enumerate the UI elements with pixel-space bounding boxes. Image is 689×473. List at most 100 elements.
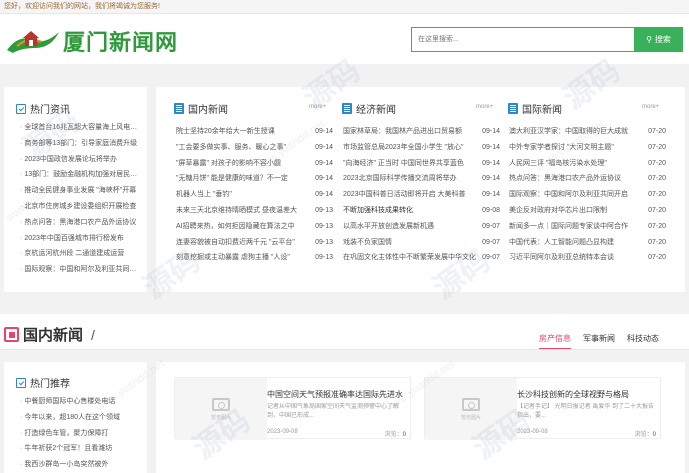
- news-item[interactable]: 未来三天北京维持晴晒模式 昼夜温差大 09-13: [176, 203, 333, 219]
- news-item[interactable]: 以高水平开放创造发展新机遇 09-07: [343, 219, 500, 235]
- news-item[interactable]: 机器人当上 "垂钓" 09-14: [176, 187, 333, 203]
- international-more-link[interactable]: more+: [642, 104, 659, 110]
- section2-divider: [0, 349, 689, 350]
- news-item[interactable]: 戏装不负家国情 09-07: [343, 235, 500, 251]
- news-item[interactable]: "屏草暴露" 对孩子的影响不容小觑 09-14: [176, 156, 333, 172]
- international-list: 澳大利亚汉学家：中国取得的巨大成就 07-20 中外专家学者探讨 "大河文明主题"…: [509, 124, 666, 266]
- card-summary: 记者从中国气象局国家空间天气监测预警中心了解到，中国已形成...: [267, 404, 400, 419]
- news-item[interactable]: 国际观察：中国和阿尔及利亚共同开启 07-20: [509, 187, 666, 203]
- news-item[interactable]: 人民网三评 "福岛核污染水处理" 07-20: [509, 156, 666, 172]
- hot-recommend-heading: 热门推荐: [16, 375, 70, 390]
- domestic-list: 院士坚持20余年给大一新生授课 09-14 "工会要多做实事、服务、暖心之事" 09…: [176, 124, 333, 266]
- hot-recommend-title: 热门推荐: [30, 379, 70, 390]
- section-mark-icon: [4, 327, 19, 342]
- news-card[interactable]: 暂无图片 中国空间天气预报准确率达国际先进水 记者从中国气象局国家空间天气监测预…: [174, 377, 411, 440]
- list-item[interactable]: 牛年祈获2个冠军！且看潍坊: [20, 441, 141, 457]
- welcome-text: 您好，欢迎访问我们的网站，我们将竭诚为您服务!: [4, 3, 160, 10]
- news-item[interactable]: 中外专家学者探讨 "大河文明主题" 07-20: [509, 140, 666, 156]
- economy-title: 经济新闻: [356, 105, 396, 116]
- checkbox-icon: [16, 377, 26, 388]
- list-item[interactable]: 2023中国政信发展论坛将举办: [20, 152, 141, 168]
- news-item[interactable]: 国家林草局：我国林产品进出口贸易额 09-14: [343, 124, 500, 140]
- list-item[interactable]: 我西沙群岛一小岛突然被外: [20, 457, 141, 473]
- news-item[interactable]: 院士坚持20余年给大一新生授课 09-14: [176, 124, 333, 140]
- news-item[interactable]: 热点问答：黑海港口农产品外运协议 07-20: [509, 171, 666, 187]
- list-item[interactable]: 推动全民健身事业发展 "海峡杯"开幕: [20, 183, 141, 199]
- economy-more-link[interactable]: more+: [476, 104, 493, 110]
- news-card[interactable]: 暂无图片 长沙科技创新的全球视野与格局 【记者手记】 光明日报记者 禹爱华 到了…: [424, 377, 661, 440]
- news-item[interactable]: 习近平同阿尔及利亚总统特本会谈 07-20: [509, 250, 666, 266]
- news-item[interactable]: 美企反对政府对华芯片出口限制 07-20: [509, 203, 666, 219]
- news-item[interactable]: "无糖月饼" 能是健康的味道？不一定 09-14: [176, 171, 333, 187]
- section2-slash: /: [91, 326, 95, 343]
- list-item[interactable]: 商务部等13部门：引导家庭消费升级: [20, 136, 141, 152]
- hot-news-heading: 热门资讯: [16, 101, 70, 116]
- checkbox-icon: [16, 103, 26, 114]
- list-item[interactable]: 2023年中国百强城市排行榜发布: [20, 231, 141, 247]
- hot-news-title: 热门资讯: [30, 105, 70, 116]
- search-button[interactable]: ⚲ 搜索: [634, 27, 683, 52]
- hot-news-list: 全球首台16兆瓦超大容量海上风电机组正式下线 商务部等13部门：引导家庭消费升级…: [20, 120, 141, 278]
- news-item[interactable]: 市场监管总局2023年全国小学生 "放心" 09-14: [343, 140, 500, 156]
- card-image-placeholder: 暂无图片: [425, 378, 517, 440]
- camera-icon: [462, 397, 480, 411]
- card-image-placeholder: 暂无图片: [175, 378, 267, 440]
- news-columns-panel: 国内新闻 more+ 院士坚持20余年给大一新生授课 09-14 "工会要多做实事…: [156, 87, 685, 292]
- camera-icon: [212, 397, 230, 411]
- card-image-label: 暂无图片: [210, 414, 231, 421]
- card-summary: 【记者手记】 光明日报记者 禹爱华 到了二十大报告指出，要...: [517, 404, 655, 419]
- card-image-label: 暂无图片: [460, 414, 481, 421]
- site-logo[interactable]: 厦门新闻网: [5, 24, 185, 58]
- list-item[interactable]: 京杭运河杭州段 二通道建成运营: [20, 246, 141, 262]
- card-views: 浏览：0: [634, 432, 656, 438]
- logo-text: 厦门新闻网: [63, 30, 179, 56]
- hot-recommend-list: 中餐厨师国际中心售楼处电话 今年以来，超180人在这个领域 打造绿色车管，聚力保…: [20, 394, 141, 473]
- list-item[interactable]: 热点问答：黑海港口农产品外运协议: [20, 215, 141, 231]
- search-button-label: 搜索: [654, 35, 671, 44]
- tab-technology[interactable]: 科技动态: [627, 333, 659, 350]
- tab-military[interactable]: 军事新闻: [583, 333, 615, 350]
- list-item[interactable]: 今年以来，超180人在这个领域: [20, 410, 141, 426]
- economy-heading: 经济新闻: [342, 101, 396, 116]
- news-item[interactable]: 澳大利亚汉学家：中国取得的巨大成就 07-20: [509, 124, 666, 140]
- list-item[interactable]: 全球首台16兆瓦超大容量海上风电机组正式下线: [20, 120, 141, 136]
- domestic-heading: 国内新闻: [174, 101, 228, 116]
- document-icon: [508, 103, 518, 114]
- news-item[interactable]: 刻意挖掘或主动暴露 虐狗主播 "人设" 09-13: [176, 250, 333, 266]
- document-icon: [342, 103, 352, 114]
- news-item[interactable]: 2023北京国际科学传播交流周将举办 09-14: [343, 171, 500, 187]
- news-item[interactable]: 连妻容貌被自动扣费近两千元 "云平台" 09-13: [176, 235, 333, 251]
- section2-heading: 国内新闻 /: [4, 324, 95, 345]
- news-item[interactable]: 中国代表：人工智能问题凸显构建 07-20: [509, 235, 666, 251]
- news-item[interactable]: "向海经济" 正当时 中国同世界共享蓝色 09-14: [343, 156, 500, 172]
- list-item[interactable]: 北京市住房城乡建设委组织开展检查: [20, 199, 141, 215]
- logo-icon: [7, 31, 59, 53]
- section2-tabs: 房产信息 军事新闻 科技动态: [539, 333, 659, 350]
- news-item[interactable]: 不断加强科技成果转化 09-08: [343, 203, 500, 219]
- domestic-more-link[interactable]: more+: [309, 104, 326, 110]
- search-input[interactable]: [411, 27, 634, 52]
- card-date: 2023-09-08: [267, 429, 298, 435]
- list-item[interactable]: 打造绿色车管，聚力保障打: [20, 426, 141, 442]
- tab-real-estate[interactable]: 房产信息: [539, 333, 571, 350]
- search-bar: ⚲ 搜索: [411, 27, 683, 52]
- economy-list: 国家林草局：我国林产品进出口贸易额 09-14 市场监管总局2023年全国小学生 …: [343, 124, 500, 266]
- domestic-title: 国内新闻: [188, 105, 228, 116]
- document-icon: [174, 103, 184, 114]
- international-heading: 国际新闻: [508, 101, 562, 116]
- card-title[interactable]: 中国空间天气预报准确率达国际先进水: [267, 389, 403, 400]
- list-item[interactable]: 13部门：鼓励金融机构加强对居民消费的支持: [20, 167, 141, 183]
- card-title[interactable]: 长沙科技创新的全球视野与格局: [517, 389, 629, 400]
- hot-news-panel: 热门资讯 全球首台16兆瓦超大容量海上风电机组正式下线 商务部等13部门：引导家…: [4, 87, 147, 292]
- news-item[interactable]: 新闻多一点｜国际问题专家谈中阿合作 07-20: [509, 219, 666, 235]
- news-item[interactable]: 2023中国科普日活动即将开启 大美科普 09-14: [343, 187, 500, 203]
- news-item[interactable]: AI招聘来热，如何拒因隐藏在算法之中 09-13: [176, 219, 333, 235]
- list-item[interactable]: 国际观察：中国和阿尔及利亚共同开启: [20, 262, 141, 278]
- news-item[interactable]: "工会要多做实事、服务、暖心之事" 09-14: [176, 140, 333, 156]
- card-date: 2023-09-08: [517, 429, 548, 435]
- list-item[interactable]: 中餐厨师国际中心售楼处电话: [20, 394, 141, 410]
- news-item[interactable]: 在巩固文化主体性中不断繁荣发展中华文化 09-07: [343, 250, 500, 266]
- site-header: 厦门新闻网 ⚲ 搜索: [0, 14, 689, 64]
- welcome-bar: 您好，欢迎访问我们的网站，我们将竭诚为您服务!: [0, 0, 689, 14]
- search-icon: ⚲: [646, 35, 652, 44]
